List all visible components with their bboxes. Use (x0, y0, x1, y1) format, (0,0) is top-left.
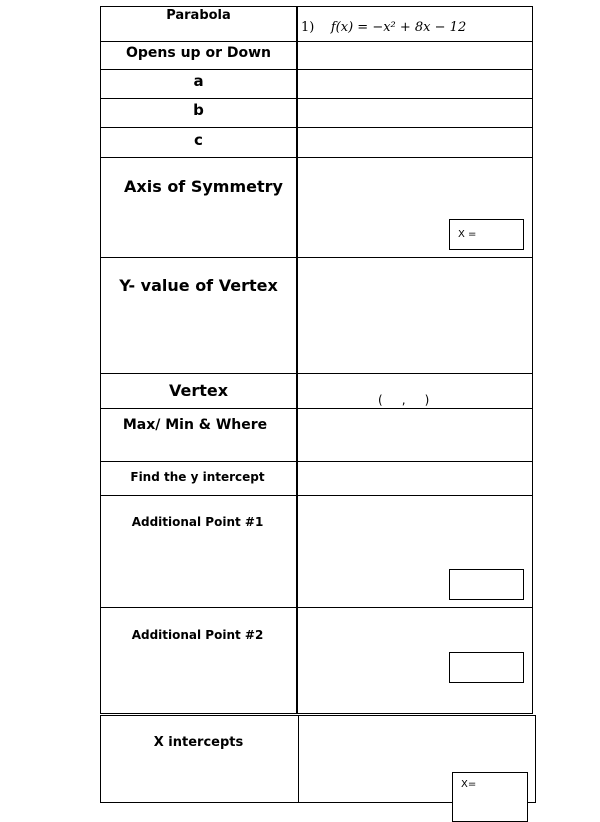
label-x-intercepts: X intercepts (153, 735, 244, 750)
vertex-template: ( , ) (378, 393, 430, 407)
label-c: c (194, 131, 203, 149)
problem-equation: 1) f(x) = −x² + 8x − 12 (301, 20, 466, 35)
label-parabola: Parabola (166, 8, 231, 23)
label-y-intercept: Find the y intercept (130, 470, 265, 484)
label-cell (100, 257, 298, 374)
label-cell (100, 157, 298, 258)
label-b: b (193, 101, 204, 119)
x-intercept-box-label: X= (461, 779, 477, 790)
label-axis-of-symmetry: Axis of Symmetry (124, 177, 283, 196)
answer-cell[interactable] (296, 257, 533, 374)
equation-text: f(x) = −x² + 8x − 12 (330, 20, 467, 35)
label-max-min: Max/ Min & Where (122, 417, 268, 433)
answer-cell[interactable] (296, 41, 533, 70)
point-2-answer-box[interactable] (449, 652, 524, 683)
axis-box-label: X = (458, 229, 477, 240)
answer-cell[interactable] (296, 408, 533, 462)
label-vertex: Vertex (168, 381, 229, 400)
label-y-vertex: Y- value of Vertex (119, 276, 278, 295)
x-intercept-answer-box[interactable]: X= (452, 772, 528, 822)
label-a: a (193, 72, 204, 90)
label-point-1: Additional Point #1 (131, 515, 264, 529)
answer-cell[interactable] (296, 98, 533, 128)
answer-cell[interactable] (296, 127, 533, 158)
label-cell (100, 715, 299, 803)
label-cell (100, 495, 298, 608)
answer-cell[interactable] (296, 461, 533, 496)
problem-number: 1) (301, 20, 315, 35)
label-point-2: Additional Point #2 (131, 628, 264, 642)
point-1-answer-box[interactable] (449, 569, 524, 600)
label-opens: Opens up or Down (126, 45, 271, 61)
axis-answer-box[interactable]: X = (449, 219, 524, 250)
answer-cell[interactable] (296, 69, 533, 99)
label-cell (100, 607, 298, 714)
